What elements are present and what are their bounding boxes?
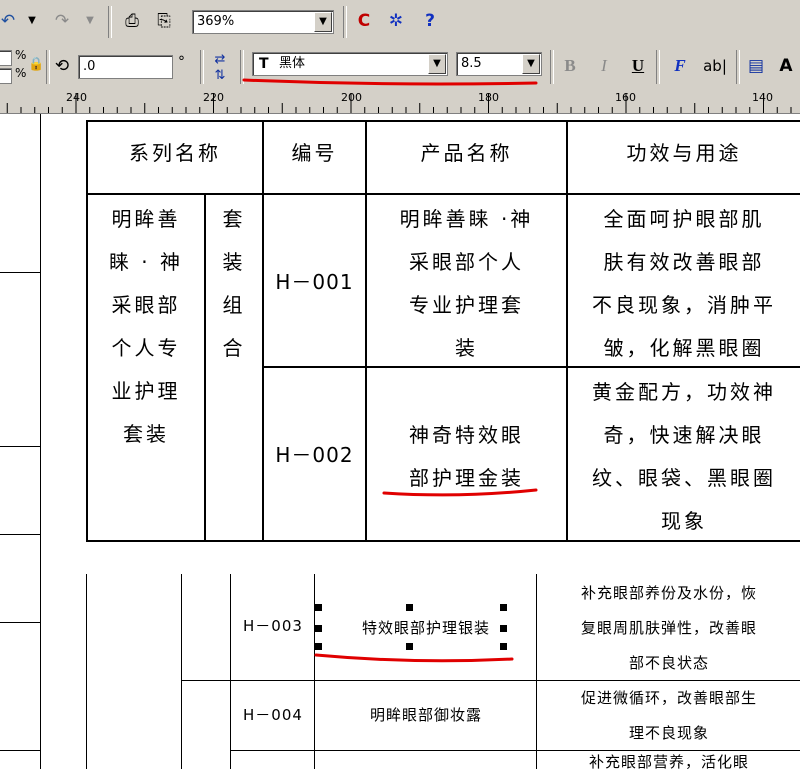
ruler-label: 240 [66, 91, 87, 104]
ruler-label: 160 [615, 91, 636, 104]
ruler-label: 220 [203, 91, 224, 104]
horizontal-ruler[interactable]: 240 220 200 180 160 140 [0, 89, 800, 114]
red-underline-font [242, 78, 538, 86]
drawing-canvas[interactable]: 系列名称 编号 产品名称 功效与用途 明眸善 睐 · 神 采眼部 个人专 业护理… [0, 114, 800, 769]
ruler-label: 140 [752, 91, 773, 104]
red-underline-product [382, 488, 538, 497]
annotation-layer [314, 488, 538, 663]
ruler-label: 180 [478, 91, 499, 104]
ruler-ticks [6, 93, 792, 113]
red-underline-selected [314, 653, 514, 663]
ruler-label: 200 [341, 91, 362, 104]
